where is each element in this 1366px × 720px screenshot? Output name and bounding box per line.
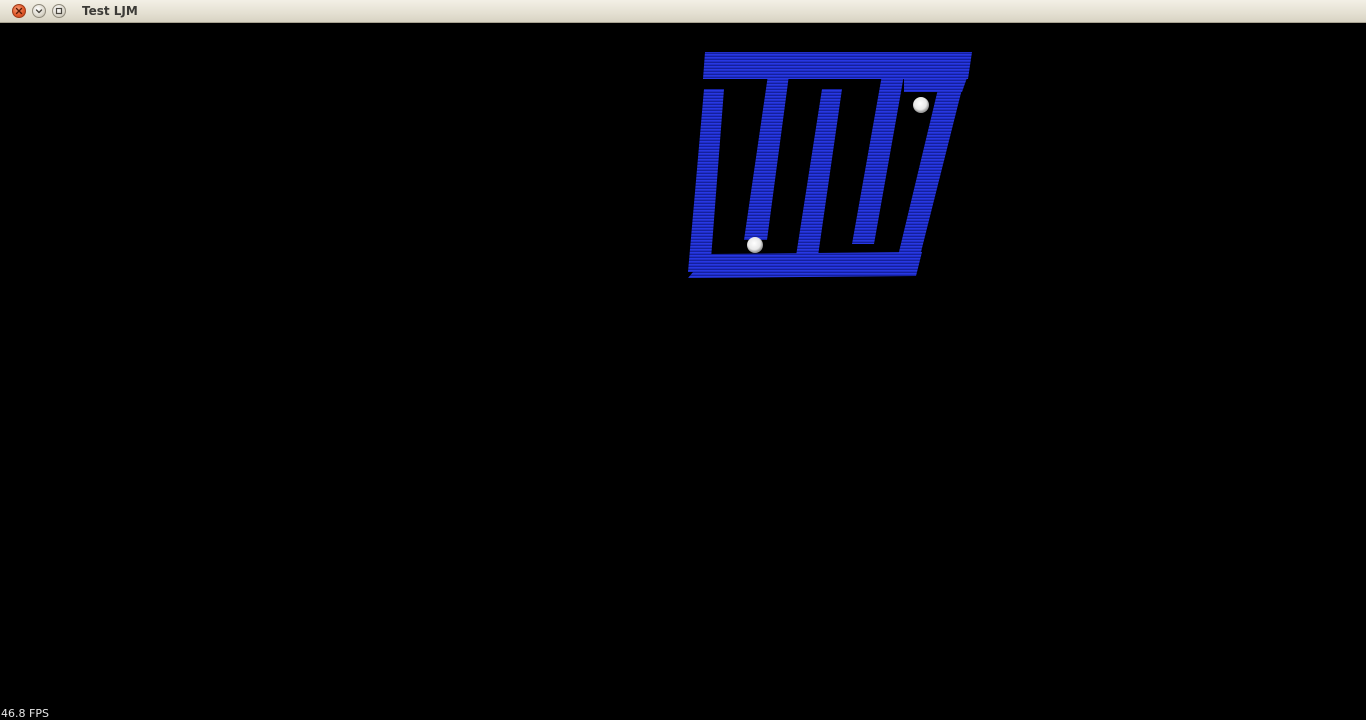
- close-window-button[interactable]: [12, 4, 26, 18]
- maze-wall-inner-3: [852, 75, 904, 244]
- ball: [747, 237, 763, 253]
- window-title: Test LJM: [82, 4, 138, 18]
- maze-wall-right: [898, 89, 962, 256]
- maze-wall-inner-2: [796, 89, 842, 256]
- maze-wall-left: [688, 89, 724, 272]
- maze-scene: [688, 52, 972, 278]
- maximize-icon: [55, 7, 63, 15]
- window-titlebar[interactable]: Test LJM: [0, 0, 1366, 23]
- chevron-down-icon: [35, 9, 43, 14]
- ball: [913, 97, 929, 113]
- fps-counter: 46.8 FPS: [1, 707, 49, 720]
- maximize-window-button[interactable]: [52, 4, 66, 18]
- maze-wall-top: [703, 52, 972, 79]
- maze: [688, 52, 972, 278]
- maze-wall-right-top: [904, 75, 968, 92]
- minimize-window-button[interactable]: [32, 4, 46, 18]
- close-icon: [15, 7, 23, 15]
- maze-wall-inner-1: [744, 75, 789, 240]
- game-viewport[interactable]: [0, 23, 1366, 720]
